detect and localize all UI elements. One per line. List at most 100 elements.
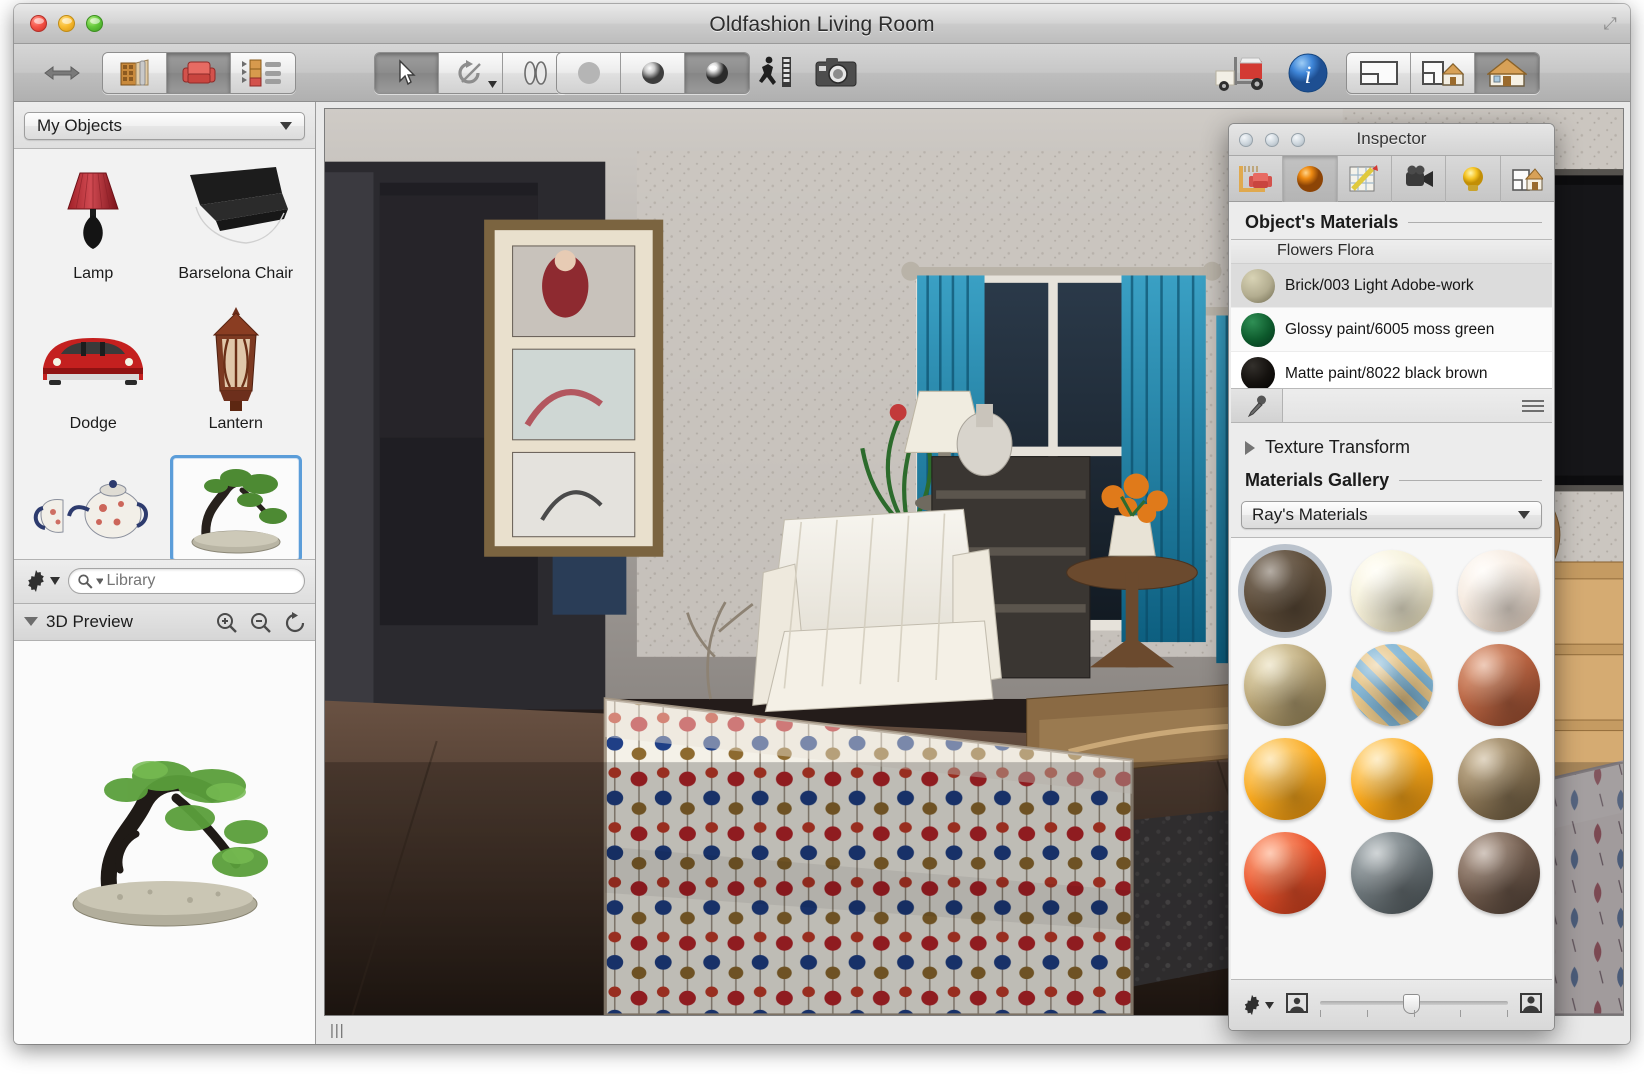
- preview-3d-viewport[interactable]: [14, 641, 315, 1045]
- chevron-down-icon: [1265, 1002, 1274, 1009]
- preview-thumbnail-icon[interactable]: [1286, 992, 1308, 1019]
- texture-transform-row[interactable]: Texture Transform: [1229, 423, 1554, 468]
- gallery-swatch[interactable]: [1231, 638, 1338, 732]
- forklift-icon[interactable]: [1210, 52, 1270, 94]
- material-row[interactable]: Brick/003 Light Adobe-work: [1231, 264, 1552, 308]
- inspector-tab-materials[interactable]: [1283, 156, 1337, 202]
- inspector-tab-object[interactable]: [1229, 156, 1283, 202]
- library-item-barselona-chair[interactable]: Barselona Chair: [165, 155, 308, 305]
- disclosure-triangle-icon[interactable]: [24, 617, 38, 626]
- swatch-dark-floral-fabric: [1244, 550, 1326, 632]
- inspector-tabs: [1229, 156, 1554, 202]
- lamp-thumbnail: [27, 155, 159, 263]
- gallery-swatch[interactable]: [1338, 544, 1445, 638]
- swatch-orange-gloss-paint: [1351, 738, 1433, 820]
- raytrace-render-button[interactable]: [685, 53, 749, 93]
- red-sports-car-thumbnail: [27, 305, 159, 413]
- inspector-tab-light[interactable]: [1446, 156, 1500, 202]
- bonsai-tree-thumbnail: [170, 455, 302, 559]
- person-preview-icon[interactable]: [1520, 992, 1542, 1019]
- floorplan-tool-button[interactable]: [103, 53, 167, 93]
- inspector-bottom-bar: [1229, 980, 1554, 1030]
- library-item-label: Lantern: [209, 415, 263, 433]
- furniture-tool-button[interactable]: [167, 53, 231, 93]
- eyedropper-icon: [1245, 394, 1269, 418]
- library-search-bar: [14, 559, 315, 603]
- inspector-gear-menu-button[interactable]: [1241, 994, 1274, 1016]
- material-field[interactable]: [1283, 389, 1552, 422]
- flat-render-button[interactable]: [557, 53, 621, 93]
- materials-gallery-grid[interactable]: [1231, 537, 1552, 980]
- inspector-tab-camera[interactable]: [1392, 156, 1446, 202]
- toolbar-view-group: [1346, 52, 1540, 94]
- gallery-swatch[interactable]: [1445, 826, 1552, 920]
- gallery-swatch[interactable]: [1445, 638, 1552, 732]
- inspector-tab-texture[interactable]: [1338, 156, 1392, 202]
- gallery-swatch[interactable]: [1338, 638, 1445, 732]
- library-search-input[interactable]: [106, 572, 304, 590]
- inspector-panel: Inspector: [1228, 123, 1555, 1031]
- gallery-swatch[interactable]: [1445, 732, 1552, 826]
- application-window: Oldfashion Living Room ⤢: [14, 4, 1630, 1044]
- swatch-red-floral-cream: [1458, 550, 1540, 632]
- gallery-swatch[interactable]: [1231, 826, 1338, 920]
- resize-grip-icon[interactable]: |||: [330, 1022, 345, 1039]
- zoom-out-icon[interactable]: [249, 611, 273, 640]
- materials-gallery-section-head: Materials Gallery: [1229, 468, 1554, 497]
- library-item-lamp[interactable]: Lamp: [22, 155, 165, 305]
- library-item-lantern[interactable]: Lantern: [165, 305, 308, 455]
- select-tool-button[interactable]: [375, 53, 439, 93]
- swatch-brown-linen-weave: [1458, 832, 1540, 914]
- gallery-swatch[interactable]: [1338, 732, 1445, 826]
- library-item-dodge[interactable]: Dodge: [22, 305, 165, 455]
- preview-size-slider[interactable]: [1320, 992, 1508, 1018]
- left-right-arrows-icon[interactable]: [38, 52, 86, 94]
- camera-icon[interactable]: [812, 52, 860, 94]
- swatch-red-brick-tile: [1458, 644, 1540, 726]
- hamburger-menu-icon[interactable]: [1522, 397, 1544, 415]
- gallery-swatch[interactable]: [1338, 826, 1445, 920]
- gallery-select-wrap: Ray's Materials: [1229, 497, 1554, 537]
- section-divider: [1408, 222, 1542, 223]
- svg-text:i: i: [1305, 62, 1312, 89]
- house-view-button[interactable]: [1475, 53, 1539, 93]
- swatch-yellow-floral-cream: [1351, 550, 1433, 632]
- material-row[interactable]: Glossy paint/6005 moss green: [1231, 308, 1552, 352]
- refresh-rotate-icon[interactable]: [283, 611, 307, 640]
- gallery-swatch[interactable]: [1231, 732, 1338, 826]
- library-item-teapot[interactable]: Teapot: [22, 455, 165, 559]
- inspector-tab-site[interactable]: [1501, 156, 1554, 202]
- material-swatch-black-brown: [1241, 357, 1275, 390]
- info-circle-icon[interactable]: i: [1284, 52, 1332, 94]
- object-list-tool-button[interactable]: [231, 53, 295, 93]
- chevron-down-icon: [280, 122, 292, 130]
- library-gear-menu-button[interactable]: [24, 569, 60, 593]
- chevron-down-icon: [50, 577, 60, 585]
- rotate-tool-button[interactable]: [439, 53, 503, 93]
- materials-set-select[interactable]: Ray's Materials: [1241, 501, 1542, 529]
- shaded-render-button[interactable]: [621, 53, 685, 93]
- library-search-field[interactable]: [68, 568, 305, 594]
- eyedropper-button[interactable]: [1231, 389, 1283, 422]
- materials-group-header: Flowers Flora: [1231, 240, 1552, 264]
- object-materials-section-head: Object's Materials: [1229, 202, 1554, 239]
- gear-icon: [1241, 994, 1263, 1016]
- plan-view-button[interactable]: [1347, 53, 1411, 93]
- material-row[interactable]: Matte paint/8022 black brown: [1231, 352, 1552, 389]
- walkthrough-person-icon[interactable]: [752, 52, 800, 94]
- inspector-titlebar: Inspector: [1229, 124, 1554, 156]
- library-category-select[interactable]: My Objects: [24, 112, 305, 140]
- gallery-swatch[interactable]: [1445, 544, 1552, 638]
- object-materials-list[interactable]: Flowers Flora Brick/003 Light Adobe-work…: [1231, 239, 1552, 389]
- plan-3d-view-button[interactable]: [1411, 53, 1475, 93]
- material-name: Matte paint/8022 black brown: [1285, 365, 1487, 382]
- library-item-bonsai[interactable]: Bonsai: [165, 455, 308, 559]
- library-objects-grid: Lamp: [14, 149, 315, 559]
- toolbar-transform-group: [374, 52, 568, 94]
- gallery-swatch[interactable]: [1231, 544, 1338, 638]
- disclosure-triangle-icon[interactable]: [1245, 441, 1255, 455]
- preview-tools: [215, 611, 307, 640]
- material-swatch-moss-green: [1241, 313, 1275, 347]
- window-resize-icon[interactable]: ⤢: [1600, 14, 1620, 34]
- zoom-in-icon[interactable]: [215, 611, 239, 640]
